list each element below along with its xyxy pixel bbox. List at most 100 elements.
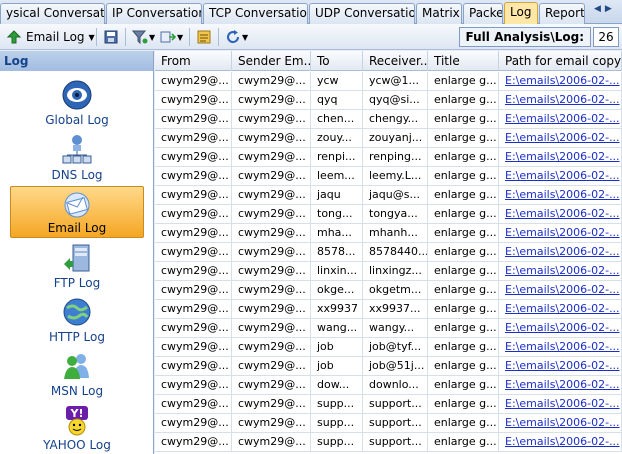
email-log-grid[interactable]: From Sender Em... To Receiver... Title Path f…	[155, 51, 622, 454]
email-path-link[interactable]: E:\emails\2006-02-...	[499, 167, 622, 186]
table-row[interactable]: cwym29@... cwym29@... leem... leemy.L... enl…	[155, 167, 622, 186]
cell-title: enlarge g...	[428, 72, 499, 91]
cell-sender-email: cwym29@...	[232, 186, 311, 205]
table-row[interactable]: cwym29@... cwym29@... ycw ycw@1... enlarge g…	[155, 72, 622, 91]
table-row[interactable]: cwym29@... cwym29@... linxin... linxingz...…	[155, 262, 622, 281]
email-path-link[interactable]: E:\emails\2006-02-...	[499, 262, 622, 281]
email-path-link[interactable]: E:\emails\2006-02-...	[499, 414, 622, 433]
log-item-yahoo[interactable]: Y! YAHOO Log	[10, 402, 144, 454]
log-navigation-panel: Log Global Log DNS Log Email Log FTP Log…	[0, 51, 154, 454]
email-path-link[interactable]: E:\emails\2006-02-...	[499, 186, 622, 205]
table-row[interactable]: cwym29@... cwym29@... 8578... 8578440... enl…	[155, 243, 622, 262]
log-item-email[interactable]: Email Log	[10, 186, 144, 238]
tab-matrix[interactable]: Matrix	[416, 3, 462, 24]
table-row[interactable]: cwym29@... cwym29@... qyq qyq@si... enlarge …	[155, 91, 622, 110]
table-row[interactable]: cwym29@... cwym29@... mha... mhanh... enlarg…	[155, 224, 622, 243]
email-path-link[interactable]: E:\emails\2006-02-...	[499, 72, 622, 91]
cell-to: 8578...	[311, 243, 363, 262]
table-row[interactable]: cwym29@... cwym29@... zouy... zouyanj... enl…	[155, 129, 622, 148]
email-path-link[interactable]: E:\emails\2006-02-...	[499, 319, 622, 338]
tab-ip-conversation[interactable]: IP Conversation	[106, 3, 202, 24]
tab-report[interactable]: Report	[539, 3, 585, 24]
column-header-path[interactable]: Path for email copy	[499, 51, 622, 71]
log-item-dns[interactable]: DNS Log	[10, 132, 144, 184]
cell-sender-email: cwym29@...	[232, 148, 311, 167]
table-row[interactable]: cwym29@... cwym29@... supp... support... enl…	[155, 395, 622, 414]
cell-from: cwym29@...	[155, 262, 232, 281]
table-row[interactable]: cwym29@... cwym29@... job job@tyf... enlarge…	[155, 338, 622, 357]
scroll-right-icon[interactable]: ▶	[605, 4, 616, 14]
export-button[interactable]: ▼	[160, 27, 183, 47]
column-header-receiver[interactable]: Receiver...	[363, 51, 428, 71]
log-item-label: DNS Log	[51, 168, 103, 182]
column-header-to[interactable]: To	[311, 51, 363, 71]
tab-udp-conversation[interactable]: UDP Conversation	[309, 3, 415, 24]
tab-log[interactable]: Log	[504, 2, 538, 25]
table-row[interactable]: cwym29@... cwym29@... supp... support... enl…	[155, 433, 622, 452]
log-item-global[interactable]: Global Log	[10, 77, 144, 129]
email-path-link[interactable]: E:\emails\2006-02-...	[499, 338, 622, 357]
column-header-from[interactable]: From	[155, 51, 232, 71]
table-row[interactable]: cwym29@... cwym29@... renpi... renping... en…	[155, 148, 622, 167]
tab-packet[interactable]: Packet	[463, 3, 503, 24]
email-path-link[interactable]: E:\emails\2006-02-...	[499, 357, 622, 376]
tab-scroll-arrows[interactable]: ◀▶	[594, 4, 620, 20]
email-path-link[interactable]: E:\emails\2006-02-...	[499, 91, 622, 110]
email-path-link[interactable]: E:\emails\2006-02-...	[499, 300, 622, 319]
email-path-link[interactable]: E:\emails\2006-02-...	[499, 376, 622, 395]
cell-sender-email: cwym29@...	[232, 167, 311, 186]
email-path-link[interactable]: E:\emails\2006-02-...	[499, 433, 622, 452]
email-path-link[interactable]: E:\emails\2006-02-...	[499, 205, 622, 224]
filter-button[interactable]: ▼	[131, 27, 155, 47]
table-row[interactable]: cwym29@... cwym29@... tong... tongya... enla…	[155, 205, 622, 224]
globe-eye-icon	[61, 79, 93, 111]
column-header-title[interactable]: Title	[428, 51, 499, 71]
table-row[interactable]: cwym29@... cwym29@... chen... chengy... enla…	[155, 110, 622, 129]
cell-title: enlarge g...	[428, 205, 499, 224]
cell-from: cwym29@...	[155, 72, 232, 91]
tab-tcp-conversation[interactable]: TCP Conversation	[203, 3, 308, 24]
cell-from: cwym29@...	[155, 91, 232, 110]
table-row[interactable]: cwym29@... cwym29@... dow... downlo... enlar…	[155, 376, 622, 395]
cell-from: cwym29@...	[155, 281, 232, 300]
cell-to: renpi...	[311, 148, 363, 167]
email-path-link[interactable]: E:\emails\2006-02-...	[499, 110, 622, 129]
report-button[interactable]	[196, 27, 212, 47]
log-item-http[interactable]: HTTP Log	[10, 294, 144, 346]
email-log-dropdown[interactable]: Email Log ▼	[6, 27, 95, 47]
log-item-msn[interactable]: MSN Log	[10, 348, 144, 400]
toolbar-separator	[96, 28, 97, 46]
cell-title: enlarge g...	[428, 357, 499, 376]
chevron-down-icon: ▼	[88, 32, 95, 42]
cell-to: supp...	[311, 433, 363, 452]
email-path-link[interactable]: E:\emails\2006-02-...	[499, 243, 622, 262]
email-path-link[interactable]: E:\emails\2006-02-...	[499, 129, 622, 148]
refresh-button[interactable]: ▼	[225, 27, 248, 47]
log-count-field[interactable]: 26	[593, 27, 619, 47]
table-row[interactable]: cwym29@... cwym29@... supp... support... enl…	[155, 414, 622, 433]
table-row[interactable]: cwym29@... cwym29@... job job@51j... enlarge…	[155, 357, 622, 376]
export-icon	[160, 29, 177, 45]
refresh-icon	[225, 29, 241, 45]
cell-sender-email: cwym29@...	[232, 281, 311, 300]
scroll-left-icon[interactable]: ◀	[594, 4, 605, 14]
log-item-ftp[interactable]: FTP Log	[10, 240, 144, 292]
email-path-link[interactable]: E:\emails\2006-02-...	[499, 395, 622, 414]
table-row[interactable]: cwym29@... cwym29@... okge... okgetm... enla…	[155, 281, 622, 300]
cell-receiver: renping...	[363, 148, 428, 167]
cell-receiver: support...	[363, 414, 428, 433]
email-path-link[interactable]: E:\emails\2006-02-...	[499, 148, 622, 167]
cell-to: linxin...	[311, 262, 363, 281]
column-header-sender-email[interactable]: Sender Em...	[232, 51, 311, 71]
cell-to: xx9937	[311, 300, 363, 319]
email-path-link[interactable]: E:\emails\2006-02-...	[499, 224, 622, 243]
table-row[interactable]: cwym29@... cwym29@... jaqu jaqu@s... enlarge…	[155, 186, 622, 205]
tab-physical-conversation[interactable]: ysical Conversation	[0, 3, 105, 24]
panel-title: Log	[0, 51, 153, 71]
table-row[interactable]: cwym29@... cwym29@... wang... wangy... enlar…	[155, 319, 622, 338]
cell-receiver: job@51j...	[363, 357, 428, 376]
cell-from: cwym29@...	[155, 148, 232, 167]
email-path-link[interactable]: E:\emails\2006-02-...	[499, 281, 622, 300]
table-row[interactable]: cwym29@... cwym29@... xx9937 xx9937... enlar…	[155, 300, 622, 319]
save-button[interactable]	[103, 27, 119, 47]
